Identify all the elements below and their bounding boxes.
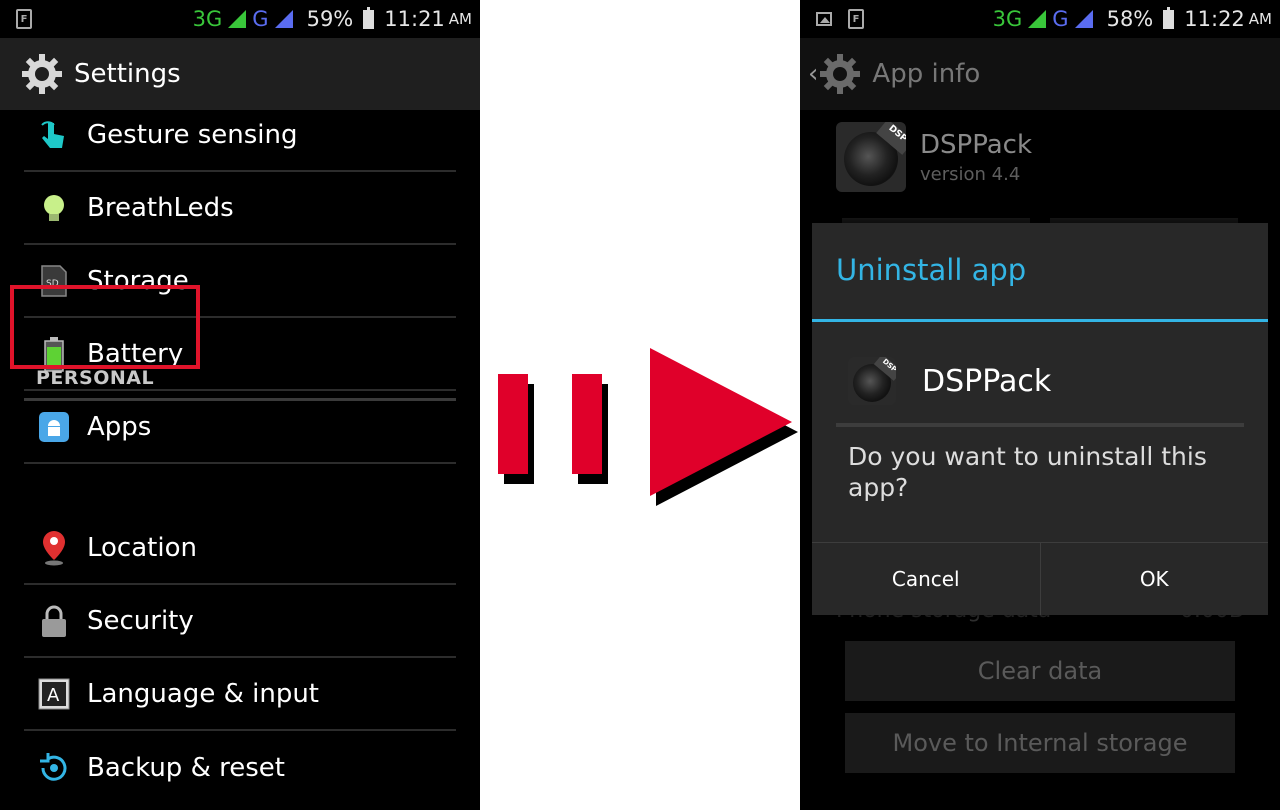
battery-percent: 59%: [306, 7, 354, 31]
battery-status-icon: [363, 6, 375, 29]
settings-item-backup-reset[interactable]: Backup & reset: [24, 731, 456, 804]
settings-item-label: Security: [87, 605, 194, 636]
dsppack-app-icon: DSP: [848, 357, 896, 405]
lightbulb-icon: [36, 190, 72, 226]
ok-button[interactable]: OK: [1039, 543, 1269, 615]
settings-item-language-input[interactable]: A Language & input: [24, 658, 456, 731]
clock-ampm: AM: [1248, 10, 1272, 28]
app-header: DSP DSPPack version 4.4: [836, 122, 1032, 192]
settings-item-label: Language & input: [87, 678, 319, 709]
dialog-buttons: Cancel OK: [812, 542, 1268, 615]
gear-icon: [20, 52, 64, 96]
signal-icon: [1028, 10, 1047, 28]
cancel-button[interactable]: Cancel: [812, 543, 1040, 615]
status-bar: F 3G G 58% 11:22 AM: [800, 0, 1280, 38]
clock-ampm: AM: [448, 10, 472, 28]
settings-item-label: Apps: [87, 411, 152, 442]
settings-item-label: BreathLeds: [87, 192, 234, 223]
play-arrow-icon: [650, 348, 792, 496]
dialog-title-divider: [812, 319, 1268, 322]
battery-status-icon: [1163, 6, 1175, 29]
gear-icon: [818, 52, 862, 96]
move-storage-button[interactable]: Move to Internal storage: [845, 713, 1235, 773]
lock-icon: [36, 603, 72, 639]
settings-item-label: Location: [87, 532, 197, 563]
page-title: App info: [872, 59, 981, 89]
settings-item-label: Backup & reset: [87, 752, 285, 783]
gesture-icon: [36, 117, 72, 153]
status-bar: F 3G G 59% 11:21 AM: [0, 0, 480, 38]
action-bar[interactable]: ‹ App info: [800, 38, 1280, 110]
settings-item-location[interactable]: Location: [24, 512, 456, 585]
signal-icon: [1074, 10, 1093, 28]
app-version: version 4.4: [920, 163, 1021, 185]
app-info-screen: F 3G G 58% 11:22 AM ‹ App info DSP DSPPa…: [800, 0, 1280, 810]
settings-screen: F 3G G 59% 11:21 AM Settings Gesture sen…: [0, 0, 480, 810]
settings-item-security[interactable]: Security: [24, 585, 456, 658]
settings-item-label: Gesture sensing: [87, 119, 298, 150]
dialog-app-name: DSPPack: [922, 363, 1052, 399]
section-header-personal: PERSONAL: [36, 367, 155, 389]
svg-text:A: A: [47, 685, 60, 706]
network-3g: 3G: [992, 7, 1023, 31]
network-3g: 3G: [192, 7, 223, 31]
settings-item-breathleds[interactable]: BreathLeds: [24, 172, 456, 245]
signal-icon: [228, 10, 247, 28]
apps-highlight-box: [10, 285, 200, 369]
sim-icon: F: [848, 9, 864, 29]
dsppack-app-icon: DSP: [836, 122, 906, 192]
page-title: Settings: [74, 59, 181, 89]
dialog-title: Uninstall app: [836, 253, 1027, 287]
signal-icon: [274, 10, 293, 28]
network-g: G: [252, 7, 269, 31]
image-notification-icon: [816, 12, 832, 26]
sim-icon: F: [16, 9, 32, 29]
dialog-app-row: DSP DSPPack: [848, 357, 1051, 405]
battery-percent: 58%: [1106, 7, 1154, 31]
settings-item-apps[interactable]: Apps: [24, 391, 456, 464]
back-chevron-icon[interactable]: ‹: [808, 59, 818, 89]
backup-icon: [36, 750, 72, 786]
section-divider: [24, 398, 456, 401]
pause-bar-left: [498, 374, 528, 474]
clock-time: 11:22: [1184, 7, 1245, 31]
keyboard-a-icon: A: [36, 676, 72, 712]
dialog-message: Do you want to uninstall this app?: [848, 442, 1207, 502]
settings-item-gesture-sensing[interactable]: Gesture sensing: [24, 99, 456, 172]
dialog-divider: [836, 423, 1244, 427]
clear-data-button[interactable]: Clear data: [845, 641, 1235, 701]
uninstall-dialog: Uninstall app DSP DSPPack Do you want to…: [812, 223, 1268, 615]
network-g: G: [1052, 7, 1069, 31]
clock-time: 11:21: [384, 7, 445, 31]
app-name: DSPPack: [920, 129, 1032, 160]
android-apps-icon: [36, 409, 72, 445]
location-pin-icon: [36, 530, 72, 566]
pause-bar-right: [572, 374, 602, 474]
